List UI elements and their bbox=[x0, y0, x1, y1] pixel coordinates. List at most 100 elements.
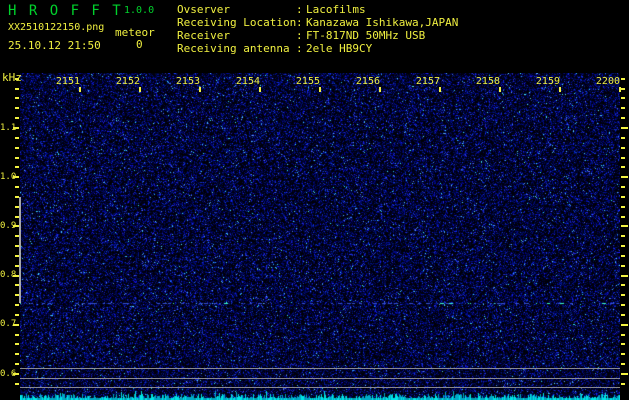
freq-tick-label: 1.0 bbox=[0, 171, 17, 182]
carrier-line-1 bbox=[20, 368, 620, 369]
right-minor-tick bbox=[621, 382, 625, 385]
time-tick bbox=[319, 87, 321, 92]
right-minor-tick bbox=[621, 235, 625, 238]
right-minor-tick bbox=[621, 87, 625, 90]
time-tick bbox=[619, 87, 621, 92]
right-major-tick bbox=[621, 225, 628, 228]
freq-tick-label: 0.6 bbox=[0, 368, 17, 379]
freq-minor-tick bbox=[15, 87, 19, 90]
time-tick-label: 2158 bbox=[475, 76, 500, 87]
right-minor-tick bbox=[621, 77, 625, 80]
time-tick-label: 2157 bbox=[415, 76, 440, 87]
freq-minor-tick bbox=[15, 333, 19, 336]
info-value: 2ele HB9CY bbox=[306, 42, 373, 55]
info-separator: : bbox=[296, 29, 303, 42]
right-minor-tick bbox=[621, 136, 625, 139]
freq-tick-label: 0.7 bbox=[0, 319, 17, 330]
info-label: Ovserver bbox=[177, 3, 230, 16]
right-major-tick bbox=[621, 323, 628, 326]
freq-major-tick bbox=[13, 176, 19, 179]
time-tick-label: 2155 bbox=[295, 76, 320, 87]
right-major-tick bbox=[621, 127, 628, 129]
right-minor-tick bbox=[621, 146, 625, 149]
freq-minor-tick bbox=[15, 186, 19, 189]
right-minor-tick bbox=[621, 186, 625, 189]
timestamp: 25.10.12 21:50 bbox=[8, 39, 101, 52]
app-version: 1.0.0 bbox=[124, 5, 155, 16]
freq-minor-tick bbox=[15, 156, 19, 159]
freq-minor-tick bbox=[15, 304, 19, 307]
output-filename: XX2510122150.png bbox=[8, 22, 105, 33]
freq-minor-tick bbox=[15, 117, 19, 120]
time-tick bbox=[439, 87, 441, 92]
freq-major-tick bbox=[13, 323, 19, 326]
right-major-tick bbox=[621, 373, 628, 375]
right-minor-tick bbox=[621, 195, 625, 198]
right-minor-tick bbox=[621, 205, 625, 208]
freq-minor-tick bbox=[15, 382, 19, 385]
right-minor-tick bbox=[621, 156, 625, 159]
info-value: Lacofilms bbox=[306, 3, 366, 16]
time-tick-label: 2151 bbox=[55, 76, 80, 87]
time-tick bbox=[139, 87, 141, 92]
carrier-line-3 bbox=[20, 387, 620, 388]
time-tick bbox=[79, 87, 81, 92]
right-minor-tick bbox=[621, 333, 625, 336]
info-row: Receiver: FT-817ND 50MHz USB bbox=[177, 29, 458, 42]
right-minor-tick bbox=[621, 166, 625, 169]
right-minor-tick bbox=[621, 284, 625, 287]
freq-minor-tick bbox=[15, 97, 19, 100]
right-minor-tick bbox=[621, 304, 625, 307]
observation-info: Ovserver: Lacofilms Receiving Location: Kan… bbox=[177, 3, 458, 55]
info-row: Receiving Location: Kanazawa Ishikawa,JAP… bbox=[177, 16, 458, 29]
right-minor-tick bbox=[621, 107, 625, 110]
right-minor-tick bbox=[621, 97, 625, 100]
freq-minor-tick bbox=[15, 107, 19, 110]
freq-tick-label: 1.1 bbox=[0, 122, 17, 133]
info-value: Kanazawa Ishikawa,JAPAN bbox=[306, 16, 459, 29]
right-minor-tick bbox=[621, 245, 625, 248]
time-tick-label: 2159 bbox=[535, 76, 560, 87]
spectrogram-plot bbox=[20, 73, 620, 400]
freq-major-tick bbox=[13, 373, 19, 375]
freq-minor-tick bbox=[15, 313, 19, 316]
freq-tick-label: 0.9 bbox=[0, 220, 17, 231]
freq-minor-tick bbox=[15, 77, 19, 80]
time-tick bbox=[259, 87, 261, 92]
time-tick-label: 2154 bbox=[235, 76, 260, 87]
spectrogram-canvas bbox=[20, 73, 620, 400]
freq-minor-tick bbox=[15, 343, 19, 346]
hrofft-window: H R O F F T 1.0.0 XX2510122150.png meteo… bbox=[0, 0, 629, 400]
time-tick-label: 2153 bbox=[175, 76, 200, 87]
right-minor-tick bbox=[621, 117, 625, 120]
right-minor-tick bbox=[621, 353, 625, 356]
freq-minor-tick bbox=[15, 136, 19, 139]
freq-minor-tick bbox=[15, 166, 19, 169]
freq-tick-label: 0.8 bbox=[0, 270, 17, 281]
time-tick-label: 2156 bbox=[355, 76, 380, 87]
info-row: Receiving antenna:2ele HB9CY bbox=[177, 42, 458, 55]
app-title: H R O F F T bbox=[8, 3, 123, 19]
freq-minor-tick bbox=[15, 363, 19, 366]
info-row: Ovserver: Lacofilms bbox=[177, 3, 458, 16]
freq-minor-tick bbox=[15, 353, 19, 356]
time-tick-label: 2200 bbox=[595, 76, 620, 87]
right-minor-tick bbox=[621, 254, 625, 257]
right-major-tick bbox=[621, 176, 628, 179]
info-label: Receiving antenna bbox=[177, 42, 290, 55]
info-label: Receiver bbox=[177, 29, 230, 42]
meteor-count-value: 0 bbox=[136, 38, 143, 51]
right-major-tick bbox=[621, 274, 628, 277]
info-value: FT-817ND 50MHz USB bbox=[306, 29, 426, 42]
right-minor-tick bbox=[621, 313, 625, 316]
time-tick bbox=[379, 87, 381, 92]
info-label: Receiving Location bbox=[177, 16, 297, 29]
time-tick bbox=[199, 87, 201, 92]
time-tick-label: 2152 bbox=[115, 76, 140, 87]
right-minor-tick bbox=[621, 215, 625, 218]
freq-major-tick bbox=[13, 127, 19, 129]
meteor-count-label: meteor bbox=[115, 26, 155, 39]
time-tick bbox=[499, 87, 501, 92]
carrier-line-2 bbox=[20, 378, 620, 379]
freq-minor-tick bbox=[15, 146, 19, 149]
